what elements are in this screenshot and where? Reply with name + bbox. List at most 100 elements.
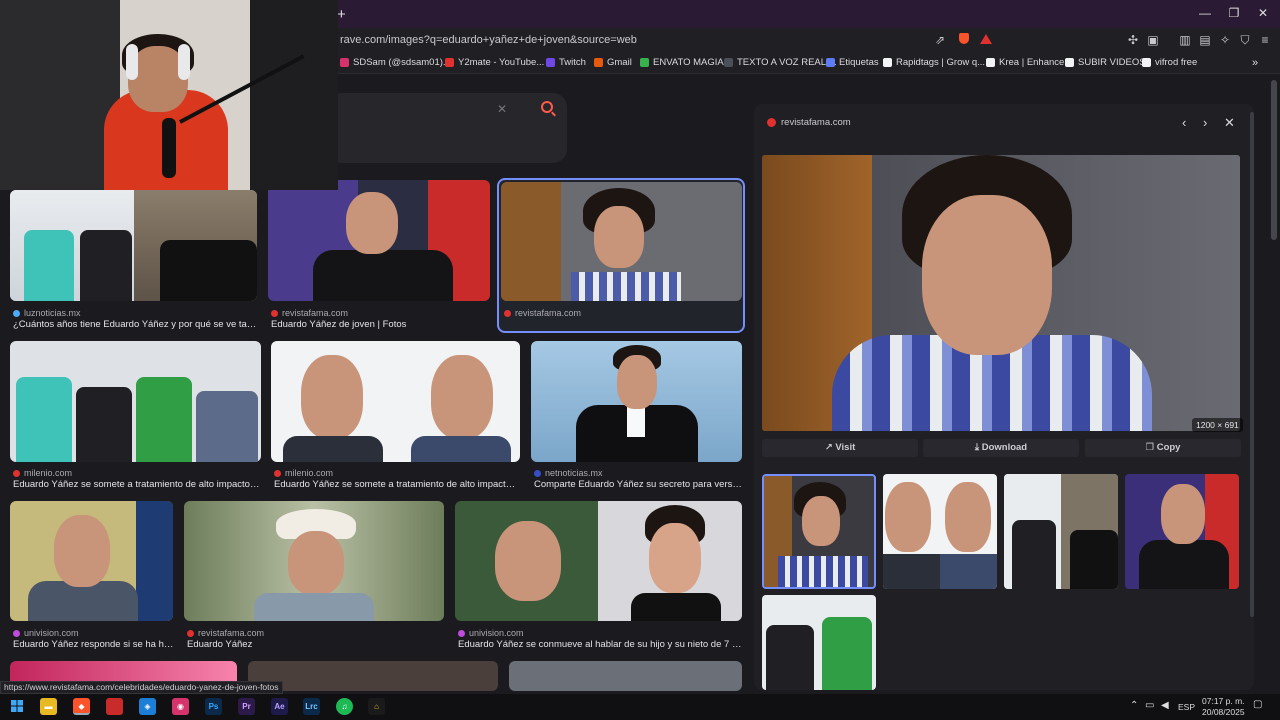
related-thumbnail[interactable] [1004,474,1118,589]
volume-icon[interactable]: ◀ [1161,700,1169,711]
source-favicon [504,309,511,317]
result-image[interactable] [509,661,742,691]
close-window-button[interactable]: ✕ [1253,6,1273,22]
result-caption[interactable]: ¿Cuántos años tiene Eduardo Yáñez y por … [13,319,258,330]
source-favicon [13,469,20,477]
spotify-icon[interactable]: ♫ [336,698,353,715]
notifications-icon[interactable]: ▢ [1253,699,1262,710]
panel-scrollbar[interactable] [1250,112,1254,617]
next-image-button[interactable]: › [1203,115,1207,130]
download-button[interactable]: ⤓ Download [923,439,1079,457]
minimize-button[interactable]: — [1195,6,1215,22]
result-source: revistafama.com [187,628,264,638]
result-photo [254,593,374,621]
instagram-icon[interactable]: ◉ [172,698,189,715]
bookmark-item[interactable]: SUBIR VIDEOS [1065,57,1146,68]
search-icon[interactable] [541,101,553,113]
windows-icon [10,700,23,712]
thumb-photo [1139,540,1229,589]
result-image[interactable] [184,501,444,621]
related-thumbnail[interactable] [1125,474,1239,589]
result-image[interactable] [10,501,173,621]
visit-button[interactable]: ↗ Visit [762,439,918,457]
source-favicon [767,118,776,127]
lightroom-icon[interactable]: Lrc [303,698,320,715]
after-effects-icon[interactable]: Ae [271,698,288,715]
brave-shield-icon[interactable] [957,33,971,47]
result-image[interactable] [248,661,498,691]
clock[interactable]: 07:17 p. m. 20/08/2025 [1202,696,1245,718]
screenshot-icon[interactable]: ▣ [1146,33,1160,47]
app-icon[interactable] [106,698,123,715]
bookmarks-overflow-button[interactable]: » [1252,57,1258,69]
source-favicon [274,469,281,477]
search-box[interactable] [337,93,567,163]
bookmark-item[interactable]: ENVATO MAGIA [640,57,724,68]
url-field[interactable]: rave.com/images?q=eduardo+yañez+de+joven… [340,34,637,46]
page-scrollbar[interactable] [1271,80,1277,240]
result-image[interactable] [455,501,742,621]
menu-icon[interactable]: ≡ [1258,33,1272,47]
file-explorer-icon[interactable]: ▬ [40,698,57,715]
result-caption[interactable]: Eduardo Yáñez [187,639,444,650]
panel-source[interactable]: revistafama.com [767,117,851,128]
wallet-icon[interactable]: ▤ [1198,33,1212,47]
result-image[interactable] [501,182,742,301]
related-thumbnail[interactable] [883,474,997,589]
previous-image-button[interactable]: ‹ [1182,115,1186,130]
keyboard-language[interactable]: ESP [1178,702,1195,712]
vpn-icon[interactable]: ⛉ [1238,33,1252,47]
bookmark-favicon [640,58,649,67]
sidebar-icon[interactable]: ▥ [1178,33,1192,47]
app-icon[interactable]: ◈ [139,698,156,715]
share-icon[interactable]: ⇗ [933,33,947,47]
bookmark-item[interactable]: TEXTO A VOZ REALI... [724,57,837,68]
result-image[interactable] [531,341,742,462]
bookmark-item[interactable]: Rapidtags | Grow q... [883,57,985,68]
network-icon[interactable]: ▭ [1145,700,1154,711]
result-image[interactable] [271,341,520,462]
bookmark-favicon [826,58,835,67]
related-thumbnail[interactable] [762,474,876,589]
result-source: luznoticias.mx [13,308,81,318]
start-button[interactable] [8,698,25,715]
result-caption[interactable]: Eduardo Yáñez se conmueve al hablar de s… [458,639,742,650]
preview-image[interactable] [762,155,1240,431]
bookmark-item[interactable]: Twitch [546,57,586,68]
bookmark-item[interactable]: Krea | Enhancer [986,57,1067,68]
maximize-button[interactable]: ❐ [1224,6,1244,22]
result-source: netnoticias.mx [534,468,603,478]
leo-ai-icon[interactable]: ✧ [1218,33,1232,47]
clear-search-icon[interactable]: ✕ [497,102,507,116]
bookmark-item[interactable]: Gmail [594,57,632,68]
result-image[interactable] [268,180,490,301]
result-caption[interactable]: Eduardo Yáñez responde si se ha hecho... [13,639,176,650]
bookmark-item[interactable]: Etiquetas [826,57,879,68]
studio-panel [0,0,120,190]
brave-rewards-icon[interactable] [979,33,993,47]
app-icon[interactable]: ⌂ [368,698,385,715]
copy-button[interactable]: ❐ Copy [1085,439,1241,457]
bookmark-item[interactable]: SDSam (@sdsam01)... [340,57,451,68]
result-caption[interactable]: Eduardo Yáñez se somete a tratamiento de… [13,479,261,490]
result-photo [196,391,258,462]
extensions-icon[interactable]: ✣ [1126,33,1140,47]
close-panel-button[interactable]: ✕ [1224,115,1235,131]
result-image[interactable] [10,190,257,301]
result-caption[interactable]: Comparte Eduardo Yáñez su secreto para v… [534,479,744,490]
result-caption[interactable]: Eduardo Yáñez se somete a tratamiento de… [274,479,520,490]
photoshop-icon[interactable]: Ps [205,698,222,715]
clock-date: 20/08/2025 [1202,707,1245,717]
related-thumbnail[interactable] [762,595,876,690]
thumb-photo [940,554,997,589]
result-caption[interactable]: Eduardo Yáñez de joven | Fotos [271,319,491,330]
preview-photo [922,195,1052,355]
new-tab-button[interactable]: + [337,6,346,23]
brave-browser-icon[interactable]: ◆ [73,698,90,715]
status-bar-url: https://www.revistafama.com/celebridades… [0,681,283,694]
result-image[interactable] [10,341,261,462]
bookmark-item[interactable]: vifrod free [1142,57,1197,68]
chevron-up-icon[interactable]: ⌃ [1130,700,1138,711]
bookmark-item[interactable]: Y2mate - YouTube... [445,57,544,68]
premiere-icon[interactable]: Pr [238,698,255,715]
